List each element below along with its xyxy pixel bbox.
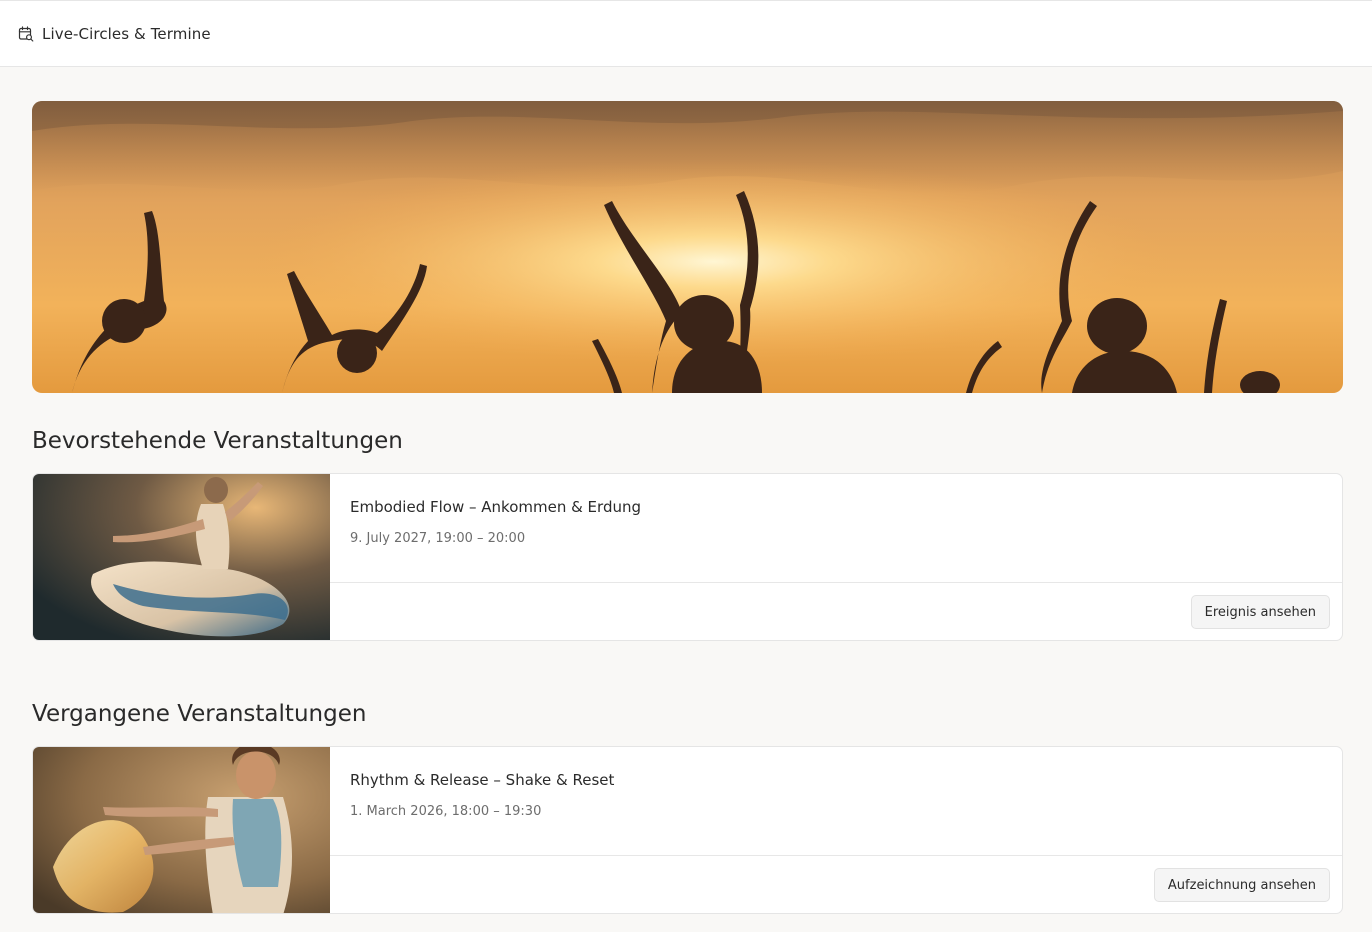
view-recording-button[interactable]: Aufzeichnung ansehen xyxy=(1153,868,1330,902)
event-date: 9. July 2027, 19:00 – 20:00 xyxy=(350,531,526,546)
upcoming-events-heading: Bevorstehende Veranstaltungen xyxy=(32,428,403,454)
view-event-button[interactable]: Ereignis ansehen xyxy=(1190,595,1330,629)
event-thumbnail-image xyxy=(33,747,330,913)
page-title: Live-Circles & Termine xyxy=(42,24,211,43)
calendar-search-icon xyxy=(18,25,34,42)
event-actions: Ereignis ansehen xyxy=(330,583,1342,640)
event-info: Embodied Flow – Ankommen & Erdung 9. Jul… xyxy=(330,474,1342,583)
event-title: Embodied Flow – Ankommen & Erdung xyxy=(350,498,641,516)
event-info: Rhythm & Release – Shake & Reset 1. Marc… xyxy=(330,747,1342,856)
event-card: Embodied Flow – Ankommen & Erdung 9. Jul… xyxy=(32,473,1343,641)
event-date: 1. March 2026, 18:00 – 19:30 xyxy=(350,804,542,819)
hero-banner-image xyxy=(32,101,1343,393)
event-card: Rhythm & Release – Shake & Reset 1. Marc… xyxy=(32,746,1343,914)
top-bar: Live-Circles & Termine xyxy=(0,0,1372,67)
event-actions: Aufzeichnung ansehen xyxy=(330,856,1342,913)
event-title: Rhythm & Release – Shake & Reset xyxy=(350,771,615,789)
event-thumbnail-image xyxy=(33,474,330,640)
past-events-heading: Vergangene Veranstaltungen xyxy=(32,701,367,727)
